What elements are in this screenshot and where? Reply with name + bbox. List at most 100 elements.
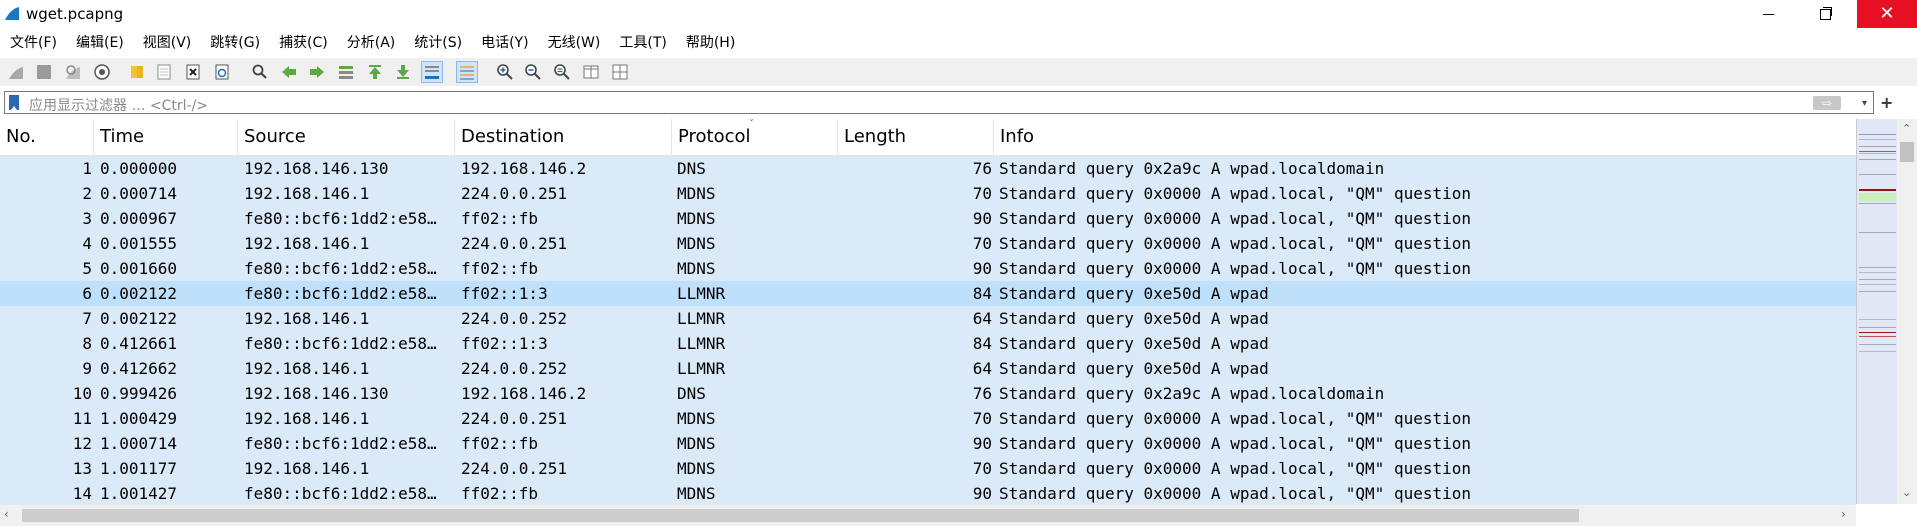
bookmark-icon[interactable] <box>9 95 19 110</box>
packet-protocol: MDNS <box>677 184 716 203</box>
column-header-destination[interactable]: Destination <box>455 119 672 155</box>
resize-columns-icon[interactable] <box>580 61 602 83</box>
packet-destination: ff02::fb <box>461 259 539 278</box>
packet-row[interactable]: 2 0.000714 192.168.146.1 224.0.0.251 MDNS 70 S… <box>0 181 1856 206</box>
display-filter-input[interactable]: 应用显示过滤器 … <Ctrl-/> ⇨ ▾ <box>4 91 1874 114</box>
packet-row[interactable]: 14 1.001427 fe80::bcf6:1dd2:e58… ff02::fb MD… <box>0 481 1856 506</box>
packet-row[interactable]: 13 1.001177 192.168.146.1 224.0.0.251 MDNS 70… <box>0 456 1856 481</box>
packet-row[interactable]: 6 0.002122 fe80::bcf6:1dd2:e58… ff02::1:3 LL… <box>0 281 1856 306</box>
colorize-icon[interactable] <box>456 61 478 83</box>
go-last-packet-icon[interactable] <box>392 61 414 83</box>
horizontal-scrollbar[interactable]: ‹ › <box>0 505 1856 526</box>
packet-row[interactable]: 10 0.999426 192.168.146.130 192.168.146.2 DN… <box>0 381 1856 406</box>
packet-length: 90 <box>972 434 992 453</box>
packet-source: fe80::bcf6:1dd2:e58… <box>244 484 437 503</box>
horizontal-scroll-thumb[interactable] <box>22 509 1579 522</box>
stop-capture-icon[interactable] <box>33 61 55 83</box>
packet-length: 76 <box>972 384 992 403</box>
packet-number: 14 <box>72 484 92 503</box>
scroll-right-icon[interactable]: › <box>1841 507 1846 521</box>
restore-button[interactable] <box>1802 0 1848 28</box>
zoom-in-icon[interactable] <box>494 61 516 83</box>
menu-analyze[interactable]: 分析(A) <box>337 32 405 52</box>
packet-source: fe80::bcf6:1dd2:e58… <box>244 259 437 278</box>
restart-capture-icon[interactable] <box>62 61 84 83</box>
zoom-normal-icon[interactable] <box>551 61 573 83</box>
packet-length: 70 <box>972 184 992 203</box>
menu-capture[interactable]: 捕获(C) <box>269 32 337 52</box>
packet-row[interactable]: 11 1.000429 192.168.146.1 224.0.0.251 MDNS 70… <box>0 406 1856 431</box>
scroll-up-icon[interactable]: ⌃ <box>1902 122 1911 135</box>
packet-number: 5 <box>82 259 92 278</box>
packet-source: fe80::bcf6:1dd2:e58… <box>244 434 437 453</box>
packet-time: 0.000967 <box>100 209 178 228</box>
layout-icon[interactable] <box>609 61 631 83</box>
zoom-out-icon[interactable] <box>522 61 544 83</box>
menu-help[interactable]: 帮助(H) <box>676 32 744 52</box>
packet-row[interactable]: 4 0.001555 192.168.146.1 224.0.0.251 MDNS 70 S… <box>0 231 1856 256</box>
go-forward-icon[interactable] <box>306 61 328 83</box>
menu-wireless[interactable]: 无线(W) <box>538 32 610 52</box>
close-button[interactable]: ✕ <box>1857 0 1917 28</box>
packet-row[interactable]: 9 0.412662 192.168.146.1 224.0.0.252 LLMNR 64… <box>0 356 1856 381</box>
save-file-icon[interactable] <box>153 61 175 83</box>
menu-edit[interactable]: 编辑(E) <box>66 32 133 52</box>
column-header-info[interactable]: Info <box>994 119 1856 155</box>
packet-row[interactable]: 5 0.001660 fe80::bcf6:1dd2:e58… ff02::fb MDN… <box>0 256 1856 281</box>
menu-statistics[interactable]: 统计(S) <box>404 32 471 52</box>
capture-options-icon[interactable] <box>91 61 113 83</box>
packet-destination: 224.0.0.252 <box>461 359 567 378</box>
packet-row[interactable]: 7 0.002122 192.168.146.1 224.0.0.252 LLMNR 64… <box>0 306 1856 331</box>
packet-info: Standard query 0x0000 A wpad.local, "QM"… <box>999 409 1472 428</box>
vertical-scrollbar[interactable]: ⌃ ⌄ <box>1897 119 1917 504</box>
column-header-length[interactable]: Length <box>838 119 994 155</box>
packet-source: 192.168.146.1 <box>244 359 370 378</box>
menu-view[interactable]: 视图(V) <box>133 32 201 52</box>
column-header-protocol[interactable]: Protocol <box>672 119 838 155</box>
window-title: wget.pcapng <box>26 5 124 23</box>
scroll-left-icon[interactable]: ‹ <box>4 507 9 521</box>
apply-filter-icon[interactable]: ⇨ <box>1813 96 1841 110</box>
packet-source: fe80::bcf6:1dd2:e58… <box>244 334 437 353</box>
vertical-scroll-thumb[interactable] <box>1900 142 1914 162</box>
packet-protocol: MDNS <box>677 259 716 278</box>
scroll-down-icon[interactable]: ⌄ <box>1902 486 1911 499</box>
column-header-no[interactable]: No. <box>0 119 94 155</box>
go-to-packet-icon[interactable] <box>335 61 357 83</box>
display-filter-bar: 应用显示过滤器 … <Ctrl-/> ⇨ ▾ + <box>0 89 1917 116</box>
packet-row[interactable]: 8 0.412661 fe80::bcf6:1dd2:e58… ff02::1:3 LL… <box>0 331 1856 356</box>
packet-row[interactable]: 12 1.000714 fe80::bcf6:1dd2:e58… ff02::fb MD… <box>0 431 1856 456</box>
packet-destination: 224.0.0.251 <box>461 409 567 428</box>
menu-telephony[interactable]: 电话(Y) <box>471 32 537 52</box>
start-capture-icon[interactable] <box>5 61 27 83</box>
packet-time: 1.000429 <box>100 409 178 428</box>
filter-history-dropdown-icon[interactable]: ▾ <box>1862 98 1867 109</box>
reload-file-icon[interactable] <box>211 61 233 83</box>
menu-tools[interactable]: 工具(T) <box>609 32 675 52</box>
close-file-icon[interactable] <box>182 61 204 83</box>
packet-info: Standard query 0x0000 A wpad.local, "QM"… <box>999 234 1472 253</box>
go-first-packet-icon[interactable] <box>364 61 386 83</box>
packet-number: 4 <box>82 234 92 253</box>
packet-row[interactable]: 1 0.000000 192.168.146.130 192.168.146.2 DNS… <box>0 156 1856 181</box>
packet-row[interactable]: 3 0.000967 fe80::bcf6:1dd2:e58… ff02::fb MDN… <box>0 206 1856 231</box>
packet-length: 90 <box>972 484 992 503</box>
packet-source: 192.168.146.1 <box>244 234 370 253</box>
column-header-time[interactable]: Time <box>94 119 238 155</box>
open-file-icon[interactable] <box>126 61 148 83</box>
auto-scroll-icon[interactable] <box>421 61 443 83</box>
packet-number: 10 <box>72 384 92 403</box>
packet-protocol: MDNS <box>677 234 716 253</box>
menu-file[interactable]: 文件(F) <box>0 32 66 52</box>
packet-source: 192.168.146.130 <box>244 384 389 403</box>
packet-list-header: No. Time Source Destination Protocol Len… <box>0 119 1856 156</box>
packet-time: 1.001427 <box>100 484 178 503</box>
menu-go[interactable]: 跳转(G) <box>200 32 269 52</box>
find-packet-icon[interactable] <box>249 61 271 83</box>
go-back-icon[interactable] <box>278 61 300 83</box>
column-header-source[interactable]: Source <box>238 119 455 155</box>
add-filter-button-icon[interactable]: + <box>1880 93 1893 112</box>
packet-minimap[interactable] <box>1856 119 1898 504</box>
packet-protocol: MDNS <box>677 434 716 453</box>
minimize-button[interactable] <box>1745 0 1791 28</box>
